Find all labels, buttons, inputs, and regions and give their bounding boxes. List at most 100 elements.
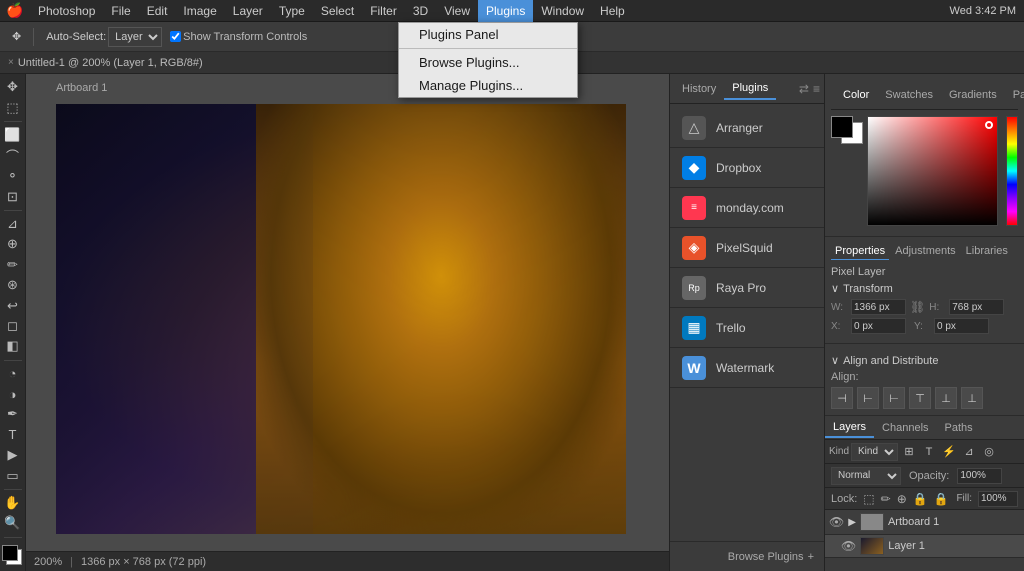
show-transform-checkbox[interactable] <box>170 31 181 42</box>
menu-image[interactable]: Image <box>175 0 224 22</box>
plugin-rayapro[interactable]: Rp Raya Pro <box>670 268 824 308</box>
channels-tab[interactable]: Channels <box>874 419 936 437</box>
color-picker-gradient[interactable] <box>867 116 998 226</box>
browse-plugins-btn[interactable]: Browse Plugins + <box>670 541 824 571</box>
lock-artboard-icon[interactable]: ⊕ <box>897 492 907 506</box>
document-tab-title[interactable]: Untitled-1 @ 200% (Layer 1, RGB/8#) <box>18 57 203 69</box>
transform-chevron-icon[interactable]: ∨ <box>831 282 839 295</box>
menu-plugins[interactable]: Plugins <box>478 0 533 22</box>
patterns-tab[interactable]: Patterns <box>1005 85 1024 105</box>
blur-tool[interactable]: ◔ <box>2 364 24 382</box>
fill-input[interactable] <box>978 491 1018 507</box>
crop-tool[interactable]: ⊡ <box>2 187 24 205</box>
layer1-visibility-icon[interactable]: 👁 <box>841 539 856 553</box>
lasso-tool[interactable]: ⌒ <box>2 146 24 165</box>
move-tool[interactable]: ✥ <box>2 78 24 96</box>
menu-select[interactable]: Select <box>313 0 362 22</box>
shape-tool[interactable]: ▭ <box>2 466 24 484</box>
layers-tb-icon-1[interactable]: ⊞ <box>900 443 918 461</box>
path-select-tool[interactable]: ▶ <box>2 446 24 464</box>
y-input[interactable] <box>934 318 989 334</box>
fg-color-box[interactable] <box>831 116 853 138</box>
layer1-name[interactable]: Layer 1 <box>888 540 925 552</box>
align-top-btn[interactable]: ⊤ <box>909 387 931 409</box>
menu-window[interactable]: Window <box>533 0 592 22</box>
plugin-trello[interactable]: ▦ Trello <box>670 308 824 348</box>
artboard-tool[interactable]: ⬚ <box>2 98 24 116</box>
tab-history[interactable]: History <box>674 79 724 99</box>
quick-select-tool[interactable]: ⚬ <box>2 167 24 185</box>
layer-1-item[interactable]: 👁 Layer 1 <box>825 535 1024 558</box>
artboard-visibility-icon[interactable]: 👁 <box>829 515 844 529</box>
menu-file[interactable]: File <box>103 0 138 22</box>
apple-menu[interactable]: 🍎 <box>0 2 30 19</box>
auto-select-dropdown[interactable]: Layer <box>108 27 162 47</box>
blend-mode-dropdown[interactable]: Normal <box>831 467 901 485</box>
tab-plugins[interactable]: Plugins <box>724 78 776 100</box>
tab-close-btn[interactable]: × <box>8 57 14 68</box>
plugin-dropbox[interactable]: ◆ Dropbox <box>670 148 824 188</box>
plugin-arranger[interactable]: △ Arranger <box>670 108 824 148</box>
layers-tb-icon-4[interactable]: ⊿ <box>960 443 978 461</box>
menu-3d[interactable]: 3D <box>405 0 436 22</box>
gradients-tab[interactable]: Gradients <box>941 85 1005 105</box>
w-input[interactable] <box>851 299 906 315</box>
eraser-tool[interactable]: ◻ <box>2 317 24 335</box>
layers-tb-icon-2[interactable]: T <box>920 443 938 461</box>
manage-plugins-menu-item[interactable]: Manage Plugins... <box>399 74 577 97</box>
align-right-btn[interactable]: ⊢ <box>883 387 905 409</box>
lock-transparent-icon[interactable]: ⬚ <box>863 492 874 506</box>
menu-edit[interactable]: Edit <box>139 0 176 22</box>
canvas-image[interactable] <box>56 104 626 534</box>
pen-tool[interactable]: ✒ <box>2 405 24 423</box>
artboard-expand-icon[interactable]: ▶ <box>848 517 856 528</box>
align-bottom-btn[interactable]: ⊥ <box>961 387 983 409</box>
lock-position-icon[interactable]: 🔒 <box>913 492 928 506</box>
chain-icon[interactable]: ⛓ <box>910 300 925 314</box>
panel-expand-icon[interactable]: ⇄ <box>799 82 809 96</box>
transform-options[interactable]: Auto-Select: Layer <box>42 26 166 48</box>
hand-tool[interactable]: ✋ <box>2 494 24 512</box>
brush-tool[interactable]: ✏ <box>2 256 24 274</box>
zoom-tool[interactable]: 🔍 <box>2 514 24 532</box>
lock-all-icon[interactable]: 🔒 <box>934 492 949 506</box>
layers-tb-icon-3[interactable]: ⚡ <box>940 443 958 461</box>
align-left-btn[interactable]: ⊣ <box>831 387 853 409</box>
layers-tab[interactable]: Layers <box>825 418 874 438</box>
x-input[interactable] <box>851 318 906 334</box>
dodge-tool[interactable]: ◑ <box>2 385 24 403</box>
h-input[interactable] <box>949 299 1004 315</box>
align-center-h-btn[interactable]: ⊢ <box>857 387 879 409</box>
plugin-pixelsquid[interactable]: ◈ PixelSquid <box>670 228 824 268</box>
type-tool[interactable]: T <box>2 426 24 444</box>
align-chevron-icon[interactable]: ∨ <box>831 354 839 367</box>
panel-menu-icon[interactable]: ≡ <box>813 82 820 96</box>
artboard-layer-group[interactable]: 👁 ▶ Artboard 1 <box>825 510 1024 535</box>
layers-tb-icon-5[interactable]: ◎ <box>980 443 998 461</box>
browse-plugins-menu-item[interactable]: Browse Plugins... <box>399 51 577 74</box>
menu-layer[interactable]: Layer <box>225 0 271 22</box>
menu-photoshop[interactable]: Photoshop <box>30 0 103 22</box>
adjustments-tab[interactable]: Adjustments <box>891 243 960 260</box>
lock-image-icon[interactable]: ✏ <box>881 492 891 506</box>
paths-tab[interactable]: Paths <box>937 419 981 437</box>
opacity-input[interactable] <box>957 468 1002 484</box>
plugin-monday[interactable]: ≡ monday.com <box>670 188 824 228</box>
move-tool-btn[interactable]: ✥ <box>8 26 25 48</box>
artboard-layer-name[interactable]: Artboard 1 <box>888 516 939 528</box>
marquee-tool[interactable]: ⬜ <box>2 126 24 144</box>
hue-bar[interactable] <box>1006 116 1018 226</box>
history-brush-tool[interactable]: ↩ <box>2 296 24 314</box>
kind-dropdown[interactable]: Kind <box>851 443 898 461</box>
eyedropper-tool[interactable]: ⊿ <box>2 215 24 233</box>
align-center-v-btn[interactable]: ⊥ <box>935 387 957 409</box>
gradient-tool[interactable]: ◧ <box>2 337 24 355</box>
menu-view[interactable]: View <box>436 0 478 22</box>
swatches-tab[interactable]: Swatches <box>877 85 941 105</box>
color-swatches[interactable] <box>0 543 26 565</box>
menu-filter[interactable]: Filter <box>362 0 405 22</box>
plugin-watermark[interactable]: W Watermark <box>670 348 824 388</box>
clone-tool[interactable]: ⊛ <box>2 276 24 294</box>
fg-color-swatch[interactable] <box>2 545 18 561</box>
properties-tab[interactable]: Properties <box>831 243 889 260</box>
